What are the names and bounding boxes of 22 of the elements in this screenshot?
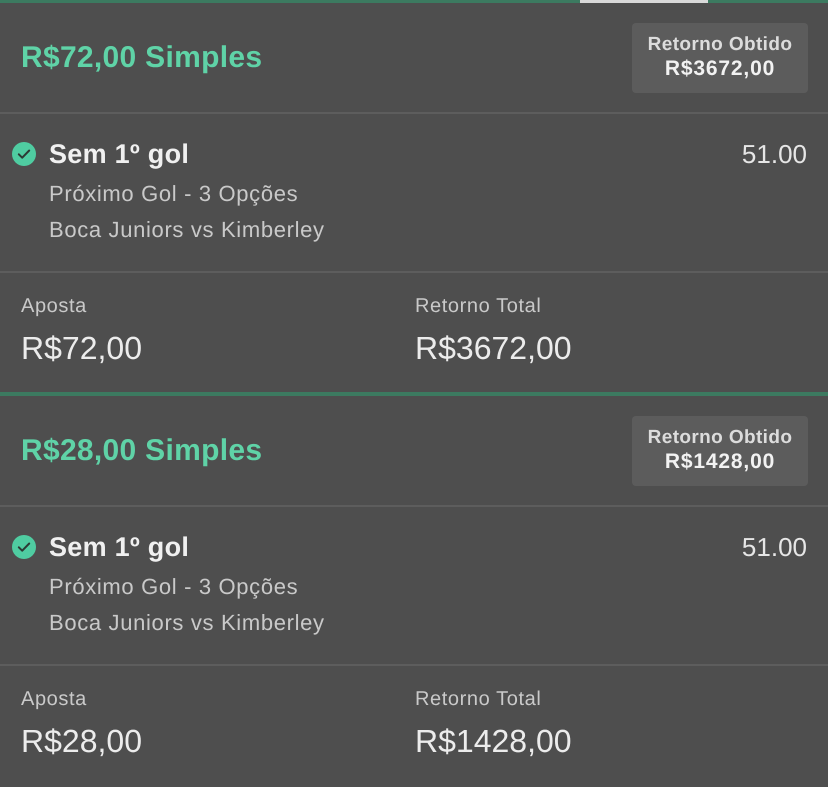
return-label: Retorno Total	[415, 294, 542, 318]
odds-value: 51.00	[742, 531, 807, 563]
event-name: Boca Juniors vs Kimberley	[49, 609, 325, 637]
odds-value: 51.00	[742, 138, 807, 170]
market-name: Próximo Gol - 3 Opções	[49, 573, 300, 601]
return-label: Retorno Total	[415, 687, 542, 711]
bet-title: R$28,00 Simples	[21, 432, 262, 468]
stake-value: R$72,00	[21, 329, 142, 367]
badge-amount: R$3672,00	[664, 56, 776, 82]
stake-value: R$28,00	[21, 722, 142, 760]
stake-label: Aposta	[21, 687, 87, 711]
selection-name: Sem 1º gol	[49, 531, 190, 563]
return-value: R$3672,00	[415, 329, 572, 367]
stake-label: Aposta	[21, 294, 87, 318]
event-name: Boca Juniors vs Kimberley	[49, 216, 325, 244]
return-value: R$1428,00	[415, 722, 572, 760]
selection-name: Sem 1º gol	[49, 138, 190, 170]
badge-label: Retorno Obtido	[648, 426, 792, 449]
badge-amount: R$1428,00	[664, 449, 776, 475]
market-name: Próximo Gol - 3 Opções	[49, 180, 300, 208]
bet-title: R$72,00 Simples	[21, 40, 262, 76]
badge-label: Retorno Obtido	[648, 33, 792, 56]
